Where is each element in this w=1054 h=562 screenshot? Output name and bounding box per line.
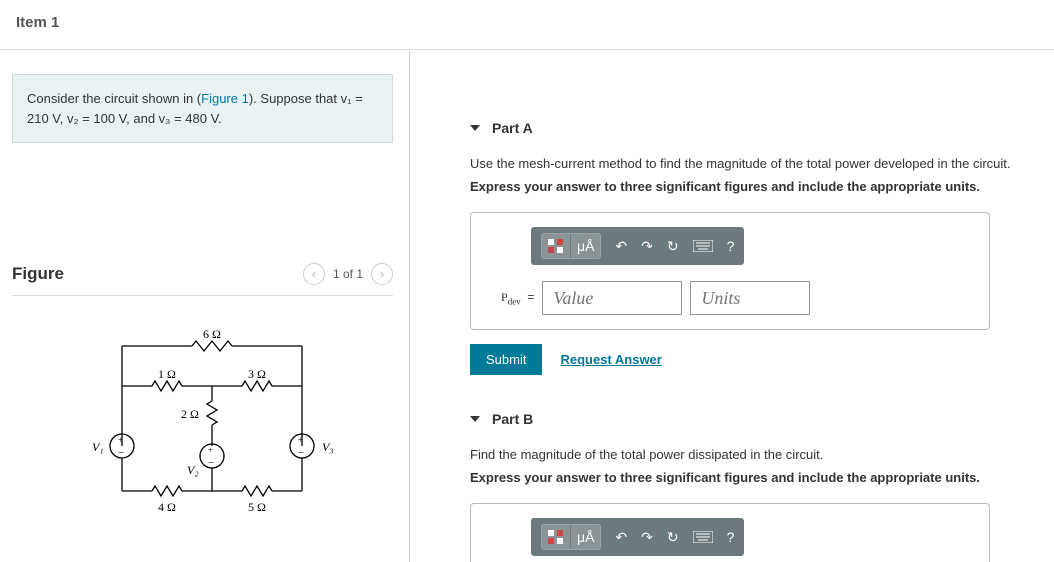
figure-prev-button[interactable]: ‹ <box>303 263 325 285</box>
keyboard-icon <box>693 531 713 543</box>
part-a-answer-box: μÅ ↶ ↷ ↻ ? Pdev = <box>470 212 990 330</box>
keyboard-button[interactable] <box>693 531 713 543</box>
circuit-figure: 6 Ω 1 Ω 3 Ω 2 Ω 4 Ω 5 Ω V₁ V₂ V₃ + − + −… <box>12 296 393 529</box>
item-title: Item 1 <box>16 14 1038 31</box>
figure-heading: Figure <box>12 264 64 284</box>
label-r-top: 6 Ω <box>203 327 221 341</box>
part-b-answer-box: μÅ ↶ ↷ ↻ ? <box>470 503 990 562</box>
part-a-actions: Submit Request Answer <box>470 344 1034 375</box>
collapse-toggle-icon[interactable] <box>470 125 480 131</box>
figure-next-button[interactable]: › <box>371 263 393 285</box>
svg-text:−: − <box>298 447 304 459</box>
submit-button[interactable]: Submit <box>470 344 542 375</box>
part-b-header: Part B <box>470 411 1034 427</box>
figure-link[interactable]: Figure 1 <box>201 91 249 106</box>
answer-lhs: Pdev = <box>501 290 534 306</box>
label-r-center: 2 Ω <box>181 407 199 421</box>
circuit-svg: 6 Ω 1 Ω 3 Ω 2 Ω 4 Ω 5 Ω V₁ V₂ V₃ + − + −… <box>62 326 362 526</box>
svg-text:−: − <box>208 457 214 469</box>
label-r-bot-left: 4 Ω <box>158 500 176 514</box>
svg-text:+: + <box>208 445 213 455</box>
figure-pager: 1 of 1 <box>333 267 363 281</box>
part-b-title: Part B <box>492 411 533 427</box>
templates-icon <box>548 239 564 253</box>
label-v2: V₂ <box>187 463 199 477</box>
prompt-box: Consider the circuit shown in (Figure 1)… <box>12 74 393 143</box>
redo-button[interactable]: ↷ <box>641 238 653 255</box>
format-group: μÅ <box>541 524 601 550</box>
request-answer-link[interactable]: Request Answer <box>560 352 661 367</box>
content: Consider the circuit shown in (Figure 1)… <box>0 50 1054 562</box>
keyboard-icon <box>693 240 713 252</box>
input-row: Pdev = <box>501 281 969 315</box>
undo-button[interactable]: ↶ <box>615 238 627 255</box>
label-r-mid-right: 3 Ω <box>248 367 266 381</box>
left-column: Consider the circuit shown in (Figure 1)… <box>0 50 410 562</box>
help-button[interactable]: ? <box>727 529 735 545</box>
part-a-header: Part A <box>470 120 1034 136</box>
part-a-instruction: Express your answer to three significant… <box>470 179 1034 194</box>
svg-text:−: − <box>118 447 124 459</box>
label-r-mid-left: 1 Ω <box>158 367 176 381</box>
templates-button[interactable] <box>542 525 571 549</box>
format-group: μÅ <box>541 233 601 259</box>
answer-toolbar: μÅ ↶ ↷ ↻ ? <box>531 518 744 556</box>
answer-toolbar: μÅ ↶ ↷ ↻ ? <box>531 227 744 265</box>
templates-icon <box>548 530 564 544</box>
units-button[interactable]: μÅ <box>571 234 600 258</box>
redo-button[interactable]: ↷ <box>641 529 653 546</box>
part-a-question: Use the mesh-current method to find the … <box>470 156 1034 171</box>
reset-button[interactable]: ↻ <box>667 238 679 255</box>
help-button[interactable]: ? <box>727 238 735 254</box>
svg-text:+: + <box>298 435 303 445</box>
item-header: Item 1 <box>0 0 1054 50</box>
templates-button[interactable] <box>542 234 571 258</box>
label-r-bot-right: 5 Ω <box>248 500 266 514</box>
svg-text:+: + <box>118 435 123 445</box>
figure-nav: ‹ 1 of 1 › <box>303 263 393 285</box>
prompt-prefix: Consider the circuit shown in ( <box>27 91 201 106</box>
prompt-suffix: ). Suppose that <box>249 91 341 106</box>
keyboard-button[interactable] <box>693 240 713 252</box>
reset-button[interactable]: ↻ <box>667 529 679 546</box>
part-a-title: Part A <box>492 120 533 136</box>
label-v1: V₁ <box>92 440 104 454</box>
figure-header: Figure ‹ 1 of 1 › <box>12 263 393 296</box>
right-column: Part A Use the mesh-current method to fi… <box>410 50 1054 562</box>
units-input[interactable] <box>690 281 810 315</box>
label-v3: V₃ <box>322 440 334 454</box>
units-button[interactable]: μÅ <box>571 525 600 549</box>
part-b-instruction: Express your answer to three significant… <box>470 470 1034 485</box>
collapse-toggle-icon[interactable] <box>470 416 480 422</box>
value-input[interactable] <box>542 281 682 315</box>
undo-button[interactable]: ↶ <box>615 529 627 546</box>
part-b-question: Find the magnitude of the total power di… <box>470 447 1034 462</box>
